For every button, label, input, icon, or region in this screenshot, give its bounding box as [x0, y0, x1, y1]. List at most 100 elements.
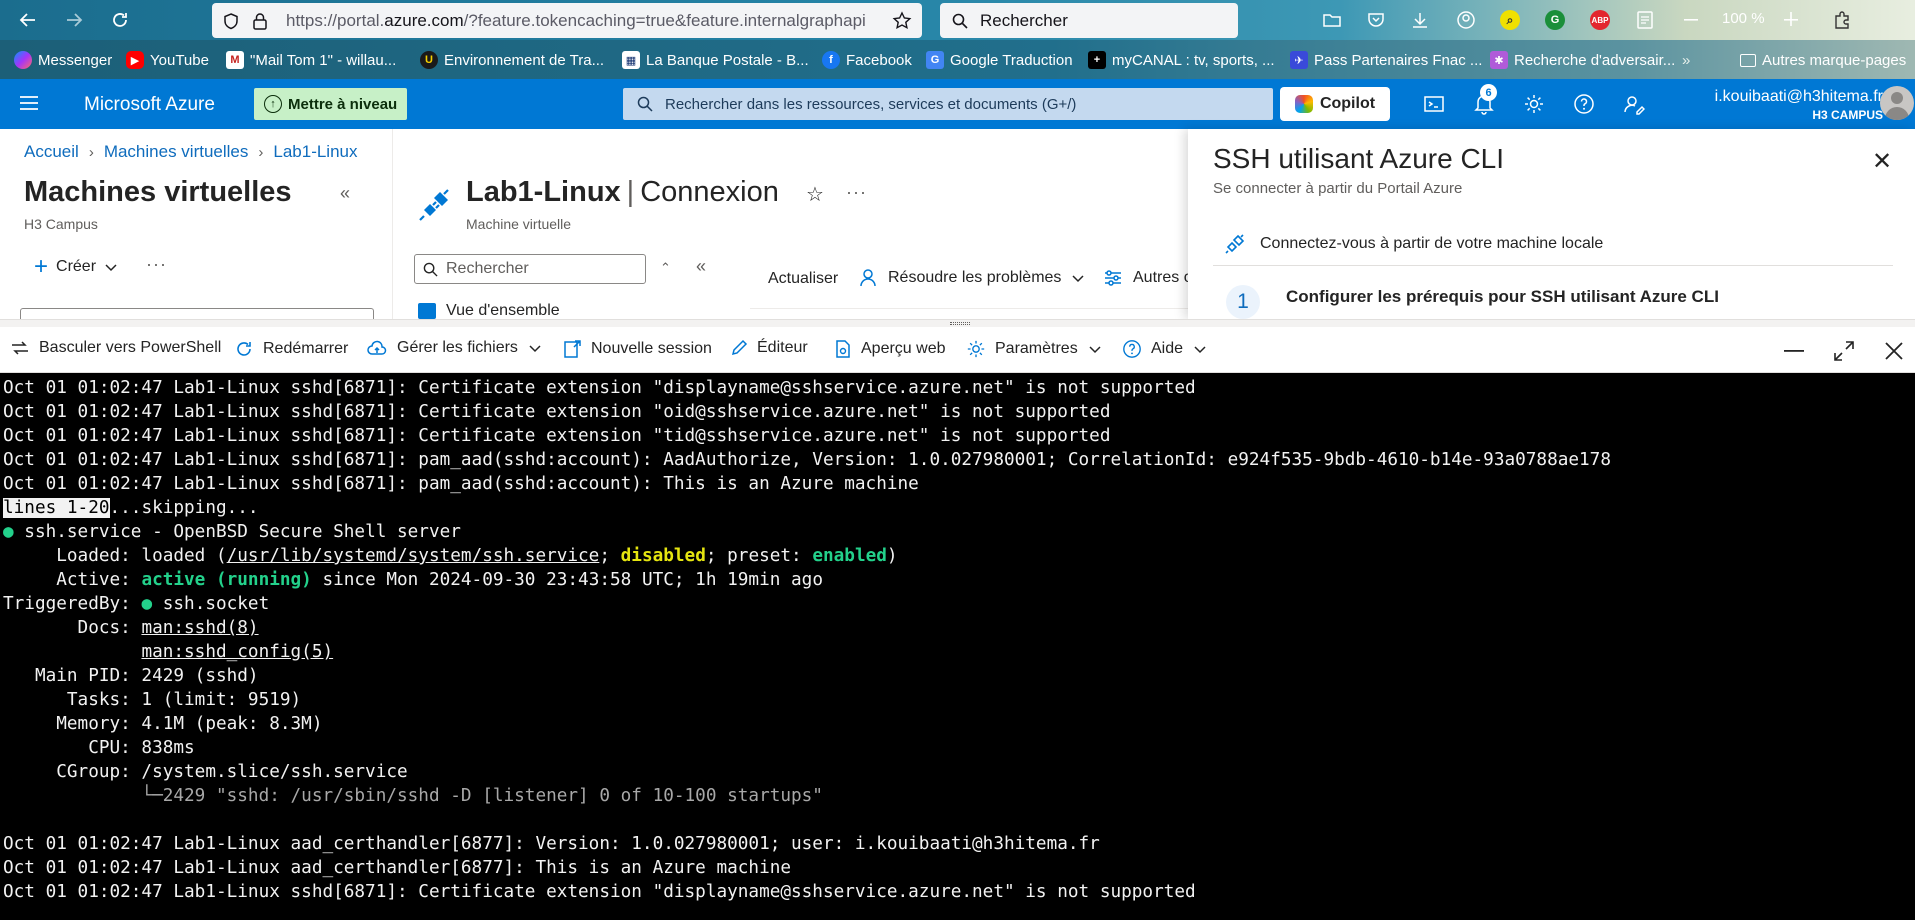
close-icon[interactable] — [1880, 337, 1908, 365]
bookmark-banque-postale[interactable]: ▦ La Banque Postale - B... — [622, 49, 809, 71]
account-icon[interactable] — [1454, 8, 1478, 32]
vm-name: Lab1-Linux — [466, 176, 621, 208]
bookmark-youtube[interactable]: ▶ YouTube — [126, 49, 209, 71]
terminal-line: Memory: 4.1M (peak: 8.3M) — [3, 714, 323, 734]
menu-icon[interactable] — [18, 94, 40, 112]
portal-search-input[interactable]: Rechercher dans les ressources, services… — [623, 88, 1273, 120]
other-options-button[interactable]: Autres o — [1103, 268, 1193, 288]
user-email[interactable]: i.kouibaati@h3hitema.fr — [1683, 88, 1883, 106]
blade-divider — [392, 129, 393, 319]
terminal-line: CPU: 838ms — [3, 738, 195, 758]
bookmark-messenger[interactable]: Messenger — [14, 49, 112, 71]
folder-icon[interactable] — [1320, 8, 1344, 32]
youtube-icon: ▶ — [126, 51, 144, 69]
browser-search-box[interactable]: Rechercher — [940, 3, 1238, 38]
switch-powershell-button[interactable]: Basculer vers PowerShell — [10, 339, 221, 357]
upgrade-button[interactable]: ↑ Mettre à niveau — [254, 88, 408, 120]
terminal-line: Oct 01 01:02:47 Lab1-Linux aad_certhandl… — [3, 834, 1100, 854]
pocket-icon[interactable] — [1364, 8, 1388, 32]
feedback-icon[interactable] — [1622, 92, 1646, 116]
facebook-icon: f — [822, 51, 840, 69]
nav-item-overview[interactable]: Vue d'ensemble — [418, 302, 560, 320]
back-arrow-icon[interactable] — [14, 6, 42, 34]
refresh-button[interactable]: Actualiser — [768, 270, 838, 288]
more-options-icon[interactable]: ··· — [846, 182, 867, 203]
brand-title[interactable]: Microsoft Azure — [84, 94, 215, 116]
adblock-icon[interactable]: ABP — [1588, 8, 1612, 32]
terminal-line: Loaded: loaded (/usr/lib/systemd/system/… — [3, 546, 898, 566]
collapse-menu-icon[interactable]: « — [696, 256, 706, 277]
favorite-star-icon[interactable]: ☆ — [806, 182, 824, 207]
messenger-icon — [14, 51, 32, 69]
editor-button[interactable]: Éditeur — [730, 339, 808, 357]
shield-icon[interactable] — [222, 12, 240, 30]
help-button[interactable]: Aide — [1122, 339, 1216, 359]
breadcrumb-home[interactable]: Accueil — [24, 142, 79, 162]
bookmark-star-icon[interactable] — [892, 10, 912, 31]
bank-icon: ▦ — [622, 51, 640, 69]
web-preview-button[interactable]: Aperçu web — [834, 339, 946, 359]
terminal-line: Docs: man:sshd(8) — [3, 618, 259, 638]
gear-icon[interactable] — [1522, 92, 1546, 116]
browser-toolbar: https://portal.azure.com/?feature.tokenc… — [0, 0, 1915, 40]
zoom-level[interactable]: 100 % — [1722, 10, 1765, 27]
create-button[interactable]: + Créer — [34, 255, 118, 279]
notification-badge[interactable]: 6 — [1480, 84, 1497, 101]
search-icon — [952, 13, 968, 29]
extension-green-icon[interactable]: G — [1543, 8, 1567, 32]
extension-search-icon[interactable]: ⌕ — [1498, 8, 1522, 32]
reload-icon[interactable] — [106, 6, 134, 34]
sort-icon[interactable]: ⌃ — [660, 260, 671, 276]
settings-button[interactable]: Paramètres — [966, 339, 1111, 359]
forward-arrow-icon[interactable] — [60, 6, 88, 34]
user-tenant[interactable]: H3 CAMPUS — [1683, 108, 1883, 122]
terminal-line: Oct 01 01:02:47 Lab1-Linux sshd[6871]: C… — [3, 378, 1196, 398]
bookmark-fnac[interactable]: ✈ Pass Partenaires Fnac ... — [1290, 49, 1482, 71]
bookmark-other-folder[interactable]: Autres marque-pages — [1740, 49, 1906, 71]
terminal-line: Main PID: 2429 (sshd) — [3, 666, 259, 686]
maximize-icon[interactable] — [1830, 337, 1858, 365]
more-options-icon[interactable]: ··· — [146, 254, 167, 275]
document-icon[interactable] — [1633, 8, 1657, 32]
help-icon — [1123, 340, 1141, 358]
download-icon[interactable] — [1408, 8, 1432, 32]
troubleshoot-button[interactable]: Résoudre les problèmes — [858, 268, 1085, 288]
shell-resize-handle[interactable] — [0, 319, 1915, 327]
bookmark-facebook[interactable]: f Facebook — [822, 49, 912, 71]
mycanal-icon: + — [1088, 51, 1106, 69]
manage-files-button[interactable]: Gérer les fichiers — [366, 339, 551, 357]
bookmark-google-traduction[interactable]: G Google Traduction — [926, 49, 1073, 71]
breadcrumb-vm[interactable]: Lab1-Linux — [273, 142, 357, 162]
zoom-out-icon[interactable] — [1680, 8, 1704, 32]
search-icon — [423, 262, 438, 277]
ssh-panel-title: SSH utilisant Azure CLI — [1213, 143, 1505, 174]
restart-button[interactable]: Redémarrer — [234, 339, 348, 359]
extensions-icon[interactable] — [1830, 8, 1854, 32]
url-text[interactable]: https://portal.azure.com/?feature.tokenc… — [286, 11, 886, 31]
collapse-left-icon[interactable]: « — [340, 183, 350, 204]
minimize-icon[interactable] — [1780, 337, 1808, 365]
new-session-button[interactable]: Nouvelle session — [562, 339, 712, 359]
bookmark-mycanal[interactable]: + myCANAL : tv, sports, ... — [1088, 49, 1275, 71]
vm-menu-search-input[interactable]: Rechercher — [414, 254, 646, 284]
avatar[interactable] — [1880, 86, 1914, 120]
bookmark-adversaire[interactable]: ✱ Recherche d'adversair... — [1490, 49, 1675, 71]
terminal-line: Oct 01 01:02:47 Lab1-Linux sshd[6871]: C… — [3, 402, 1111, 422]
plug-icon — [1225, 234, 1245, 254]
vm-list-title: Machines virtuelles — [24, 176, 292, 208]
zoom-in-icon[interactable] — [1780, 8, 1804, 32]
bookmark-environnement[interactable]: U Environnement de Tra... — [420, 49, 604, 71]
terminal[interactable]: Oct 01 01:02:47 Lab1-Linux sshd[6871]: C… — [0, 373, 1915, 920]
url-bar[interactable]: https://portal.azure.com/?feature.tokenc… — [212, 3, 922, 38]
cloud-shell-icon[interactable] — [1422, 92, 1446, 116]
close-icon[interactable]: ✕ — [1872, 147, 1892, 176]
connect-local-option[interactable]: Connectez-vous à partir de votre machine… — [1224, 233, 1603, 255]
lock-icon[interactable] — [252, 12, 268, 30]
bookmarks-overflow[interactable]: » — [1682, 49, 1714, 71]
copilot-button[interactable]: Copilot — [1280, 87, 1390, 121]
divider — [1213, 265, 1893, 266]
mail-icon: M — [226, 51, 244, 69]
help-icon[interactable] — [1572, 92, 1596, 116]
breadcrumb-vms[interactable]: Machines virtuelles — [104, 142, 249, 162]
bookmark-mail[interactable]: M "Mail Tom 1" - willau... — [226, 49, 396, 71]
